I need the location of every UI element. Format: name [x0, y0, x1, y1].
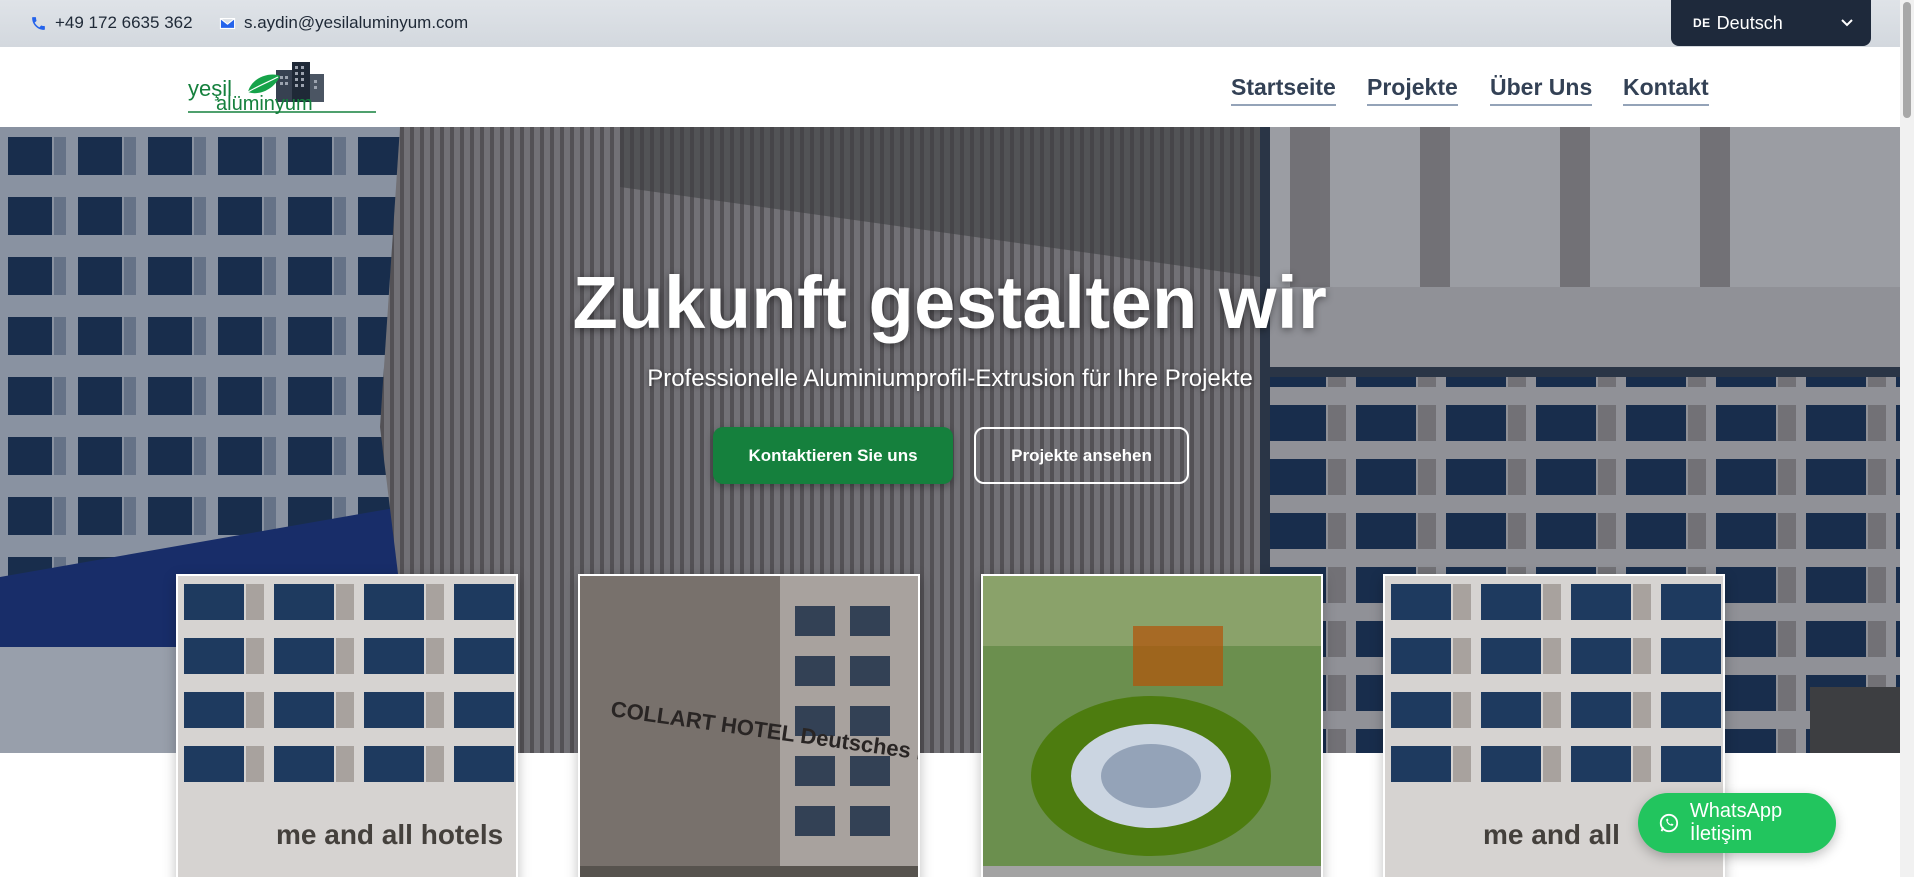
- email-link[interactable]: s.aydin@yesilaluminyum.com: [219, 13, 468, 33]
- phone-icon: [32, 16, 45, 30]
- project-card-1[interactable]: me and all hotels: [176, 574, 518, 877]
- hero-title: Zukunft gestalten wir: [572, 261, 1328, 344]
- site-header: yeşil alüminyum Startseite Projekte Über…: [0, 47, 1900, 127]
- language-select[interactable]: DE Deutsch: [1671, 0, 1871, 46]
- chevron-down-icon: [1841, 19, 1853, 27]
- view-projects-button[interactable]: Projekte ansehen: [974, 427, 1189, 484]
- project-image-2: COLLART HOTEL Deutsches Haus: [580, 576, 918, 877]
- whatsapp-icon: [1659, 813, 1679, 833]
- project-card-2[interactable]: COLLART HOTEL Deutsches Haus: [578, 574, 920, 877]
- whatsapp-contact-button[interactable]: WhatsApp İletişim: [1638, 793, 1836, 853]
- language-label: Deutsch: [1716, 12, 1783, 33]
- logo[interactable]: yeşil alüminyum: [188, 60, 380, 116]
- project-card-3[interactable]: [981, 574, 1323, 877]
- hero-subtitle: Professionelle Aluminiumprofil-Extrusion…: [647, 365, 1253, 392]
- whatsapp-label: WhatsApp İletişim: [1689, 800, 1783, 845]
- project-caption-1: me and all hotels: [276, 819, 503, 850]
- page: +49 172 6635 362 s.aydin@yesilaluminyum.…: [0, 0, 1914, 877]
- contact-us-button[interactable]: Kontaktieren Sie uns: [713, 427, 953, 484]
- page-scrollbar[interactable]: [1900, 0, 1914, 877]
- scrollbar-thumb[interactable]: [1903, 2, 1911, 118]
- project-caption-4: me and all: [1483, 819, 1620, 850]
- nav-kontakt[interactable]: Kontakt: [1623, 74, 1709, 106]
- project-image-1: me and all hotels: [178, 576, 516, 877]
- nav-ueber-uns[interactable]: Über Uns: [1490, 74, 1593, 106]
- language-code: DE: [1693, 16, 1711, 30]
- nav-projekte[interactable]: Projekte: [1367, 74, 1458, 106]
- project-image-3: [983, 576, 1321, 877]
- top-contact-bar: +49 172 6635 362 s.aydin@yesilaluminyum.…: [0, 0, 1900, 47]
- phone-link[interactable]: +49 172 6635 362: [30, 13, 193, 33]
- email-address: s.aydin@yesilaluminyum.com: [244, 13, 469, 32]
- nav-startseite[interactable]: Startseite: [1231, 74, 1336, 106]
- envelope-icon: [219, 17, 236, 29]
- phone-number: +49 172 6635 362: [55, 13, 193, 32]
